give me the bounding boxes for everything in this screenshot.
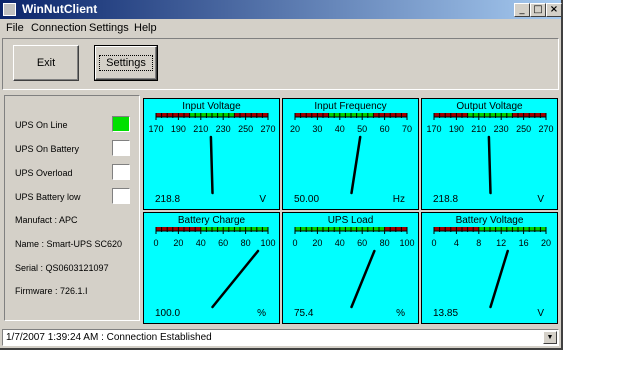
gauge-needle bbox=[350, 249, 376, 309]
gauge-value: 13.85 bbox=[433, 308, 459, 319]
gauge-tick-label: 0 bbox=[292, 238, 298, 248]
gauge-tick-label: 12 bbox=[496, 238, 507, 248]
gauge-tick-label: 100 bbox=[260, 238, 276, 248]
ups-load-gauge: UPS Load 0 20 40 60 80 100 75.4% bbox=[282, 212, 419, 324]
battery-charge-gauge: Battery Charge 0 20 40 60 80 100 100.0% bbox=[143, 212, 280, 324]
gauge-tick-label: 20 bbox=[540, 238, 552, 248]
gauge-value: 75.4 bbox=[294, 308, 314, 319]
gauge-tick-label: 20 bbox=[173, 238, 184, 248]
on-line-label: UPS On Line bbox=[15, 120, 68, 130]
gauge-needle bbox=[211, 249, 260, 309]
gauge-needle bbox=[489, 249, 509, 309]
gauge-unit: % bbox=[396, 308, 405, 319]
on-battery-indicator bbox=[112, 140, 130, 156]
gauge-tick-label: 8 bbox=[476, 238, 482, 248]
status-combo[interactable]: 1/7/2007 1:39:24 AM : Connection Establi… bbox=[2, 329, 559, 346]
gauge-tick-label: 0 bbox=[431, 238, 437, 248]
gauge-tick-label: 190 bbox=[448, 124, 464, 134]
chevron-down-icon[interactable]: ▼ bbox=[543, 331, 557, 344]
gauge-needle bbox=[209, 135, 214, 195]
gauge-tick-label: 250 bbox=[238, 124, 254, 134]
menu-file[interactable]: File bbox=[6, 22, 24, 34]
input-voltage-gauge: Input Voltage 170 190 210 230 250 270 218.8 V bbox=[143, 98, 280, 210]
menu-help[interactable]: Help bbox=[134, 22, 157, 34]
gauge-tick-label: 60 bbox=[357, 238, 368, 248]
gauge-unit: V bbox=[537, 194, 544, 205]
menu-connection[interactable]: Connection bbox=[31, 22, 87, 34]
gauge-unit: V bbox=[537, 308, 544, 319]
gauge-tick-label: 40 bbox=[334, 124, 345, 134]
output-voltage-gauge: Output Voltage 170 190 210 230 250 270 218.8 V bbox=[421, 98, 558, 210]
gauge-unit: Hz bbox=[392, 194, 405, 205]
battery-low-label: UPS Battery low bbox=[15, 192, 81, 202]
gauge-tick-label: 170 bbox=[426, 124, 442, 134]
app-icon bbox=[3, 3, 16, 16]
gauge-needle bbox=[350, 135, 362, 195]
gauge-unit: V bbox=[259, 194, 266, 205]
battery-voltage-gauge: Battery Voltage 0 4 8 12 16 20 13.85 V bbox=[421, 212, 558, 324]
gauge-tick-label: 70 bbox=[401, 124, 413, 134]
firmware-text: Firmware : 726.1.I bbox=[15, 286, 88, 296]
gauge-tick-label: 170 bbox=[148, 124, 164, 134]
gauge-tick-label: 40 bbox=[195, 238, 206, 248]
model-name-text: Name : Smart-UPS SC620 bbox=[15, 239, 123, 249]
on-battery-label: UPS On Battery bbox=[15, 144, 80, 154]
input-frequency-gauge: Input Frequency 20 30 40 50 60 70 50.00 Hz bbox=[282, 98, 419, 210]
overload-label: UPS Overload bbox=[15, 168, 73, 178]
status-panel: UPS On Line UPS On Battery UPS Overload … bbox=[4, 95, 140, 321]
on-line-indicator bbox=[112, 116, 130, 132]
gauge-needle bbox=[487, 135, 492, 195]
maximize-icon[interactable]: □ bbox=[530, 3, 546, 17]
gauge-tick-label: 60 bbox=[218, 238, 229, 248]
window-title: WinNutClient bbox=[22, 2, 98, 16]
close-icon[interactable]: × bbox=[546, 3, 562, 17]
gauge-tick-label: 40 bbox=[334, 238, 345, 248]
manufacturer-text: Manufact : APC bbox=[15, 215, 78, 225]
gauge-value: 218.8 bbox=[433, 194, 459, 205]
gauge-tick-label: 80 bbox=[379, 238, 390, 248]
settings-button[interactable]: Settings bbox=[94, 45, 158, 81]
gauge-tick-label: 250 bbox=[516, 124, 532, 134]
overload-indicator bbox=[112, 164, 130, 180]
menu-settings[interactable]: Settings bbox=[89, 22, 129, 34]
gauge-unit: % bbox=[257, 308, 266, 319]
gauge-tick-label: 20 bbox=[312, 238, 323, 248]
gauge-value: 218.8 bbox=[155, 194, 181, 205]
gauge-tick-label: 60 bbox=[379, 124, 390, 134]
gauge-tick-label: 230 bbox=[215, 124, 231, 134]
toolbar: Exit Settings bbox=[2, 38, 559, 90]
title-bar: WinNutClient _ □ × bbox=[0, 0, 562, 19]
menu-bar: File Connection Settings Help bbox=[0, 19, 561, 37]
gauge-tick-label: 16 bbox=[518, 238, 529, 248]
gauge-tick-label: 80 bbox=[240, 238, 251, 248]
gauge-tick-label: 100 bbox=[399, 238, 415, 248]
gauge-tick-label: 50 bbox=[357, 124, 368, 134]
exit-button[interactable]: Exit bbox=[13, 45, 79, 81]
gauge-tick-label: 0 bbox=[153, 238, 159, 248]
gauge-tick-label: 230 bbox=[493, 124, 509, 134]
gauge-tick-label: 210 bbox=[193, 124, 209, 134]
gauge-tick-label: 270 bbox=[260, 124, 276, 134]
serial-text: Serial : QS0603121097 bbox=[15, 263, 109, 273]
gauge-tick-label: 30 bbox=[312, 124, 323, 134]
gauge-tick-label: 270 bbox=[538, 124, 554, 134]
exit-button-label: Exit bbox=[36, 57, 56, 69]
gauge-value: 50.00 bbox=[294, 194, 320, 205]
gauge-tick-label: 4 bbox=[453, 238, 459, 248]
minimize-icon[interactable]: _ bbox=[514, 3, 530, 17]
battery-low-indicator bbox=[112, 188, 130, 204]
gauge-tick-label: 20 bbox=[289, 124, 301, 134]
gauge-tick-label: 190 bbox=[170, 124, 186, 134]
gauge-value: 100.0 bbox=[155, 308, 181, 319]
settings-button-label: Settings bbox=[99, 55, 153, 71]
gauge-tick-label: 210 bbox=[471, 124, 487, 134]
status-text: 1/7/2007 1:39:24 AM : Connection Establi… bbox=[6, 332, 212, 343]
app-window: WinNutClient _ □ × File Connection Setti… bbox=[0, 0, 563, 350]
